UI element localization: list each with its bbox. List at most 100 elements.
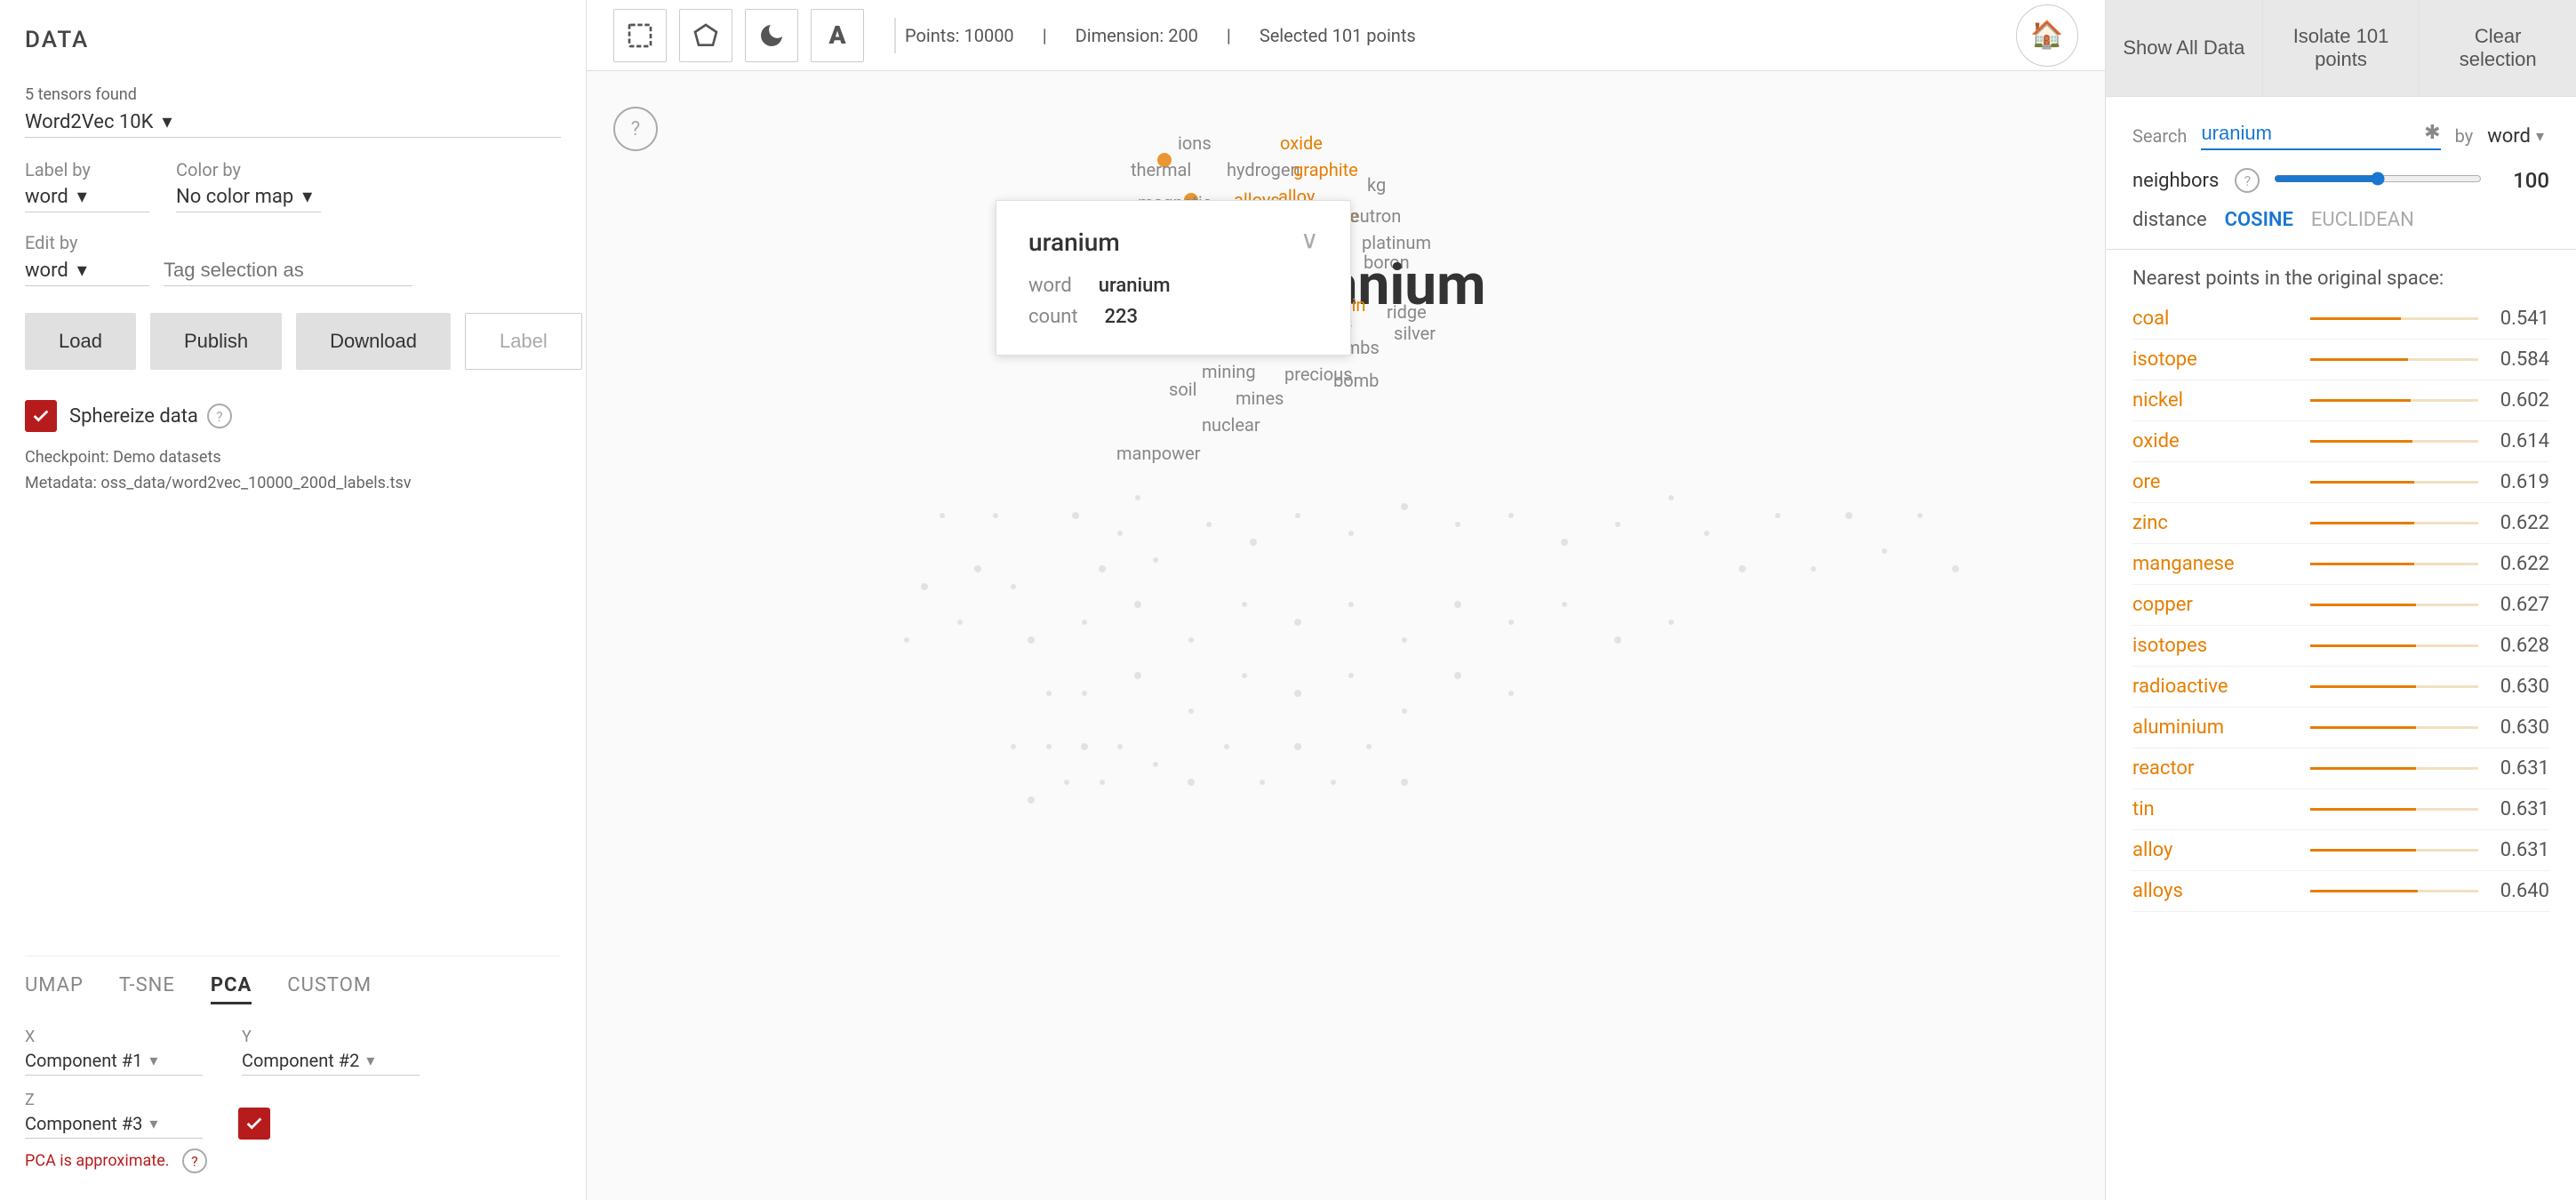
z-checkbox[interactable] [238, 1108, 270, 1140]
nearest-item: isotopes0.628 [2132, 626, 2549, 667]
nearest-item-name[interactable]: nickel [2132, 389, 2310, 412]
home-button[interactable]: 🏠 [2016, 4, 2078, 67]
nearest-bar-wrapper [2310, 522, 2478, 524]
select-box-icon[interactable] [613, 9, 667, 62]
color-by-dropdown[interactable]: No color map ▾ [176, 186, 321, 212]
nearest-item-name[interactable]: ore [2132, 471, 2310, 493]
nearest-item: alloy 0.631 [2132, 830, 2549, 871]
euclidean-option[interactable]: EUCLIDEAN [2311, 209, 2414, 231]
isolate-points-button[interactable]: Isolate 101 points [2263, 0, 2420, 96]
dataset-dropdown[interactable]: Word2Vec 10K ▾ [25, 111, 561, 138]
nearest-item-score: 0.631 [2478, 757, 2549, 780]
tooltip-close-icon[interactable]: ∧ [1300, 228, 1319, 257]
nearest-item-score: 0.630 [2478, 716, 2549, 739]
toolbar: A Points: 10000 | Dimension: 200 | Selec… [587, 0, 2105, 71]
tooltip-word-val: uranium [1099, 275, 1171, 297]
tab-pca[interactable]: PCA [211, 974, 252, 1004]
nearest-item-name[interactable]: coal [2132, 308, 2310, 330]
search-star-icon: ✱ [2424, 122, 2440, 144]
download-button[interactable]: Download [296, 313, 451, 370]
cosine-option[interactable]: COSINE [2225, 209, 2293, 231]
by-dropdown[interactable]: word ▾ [2487, 125, 2549, 148]
nearest-bar-fill [2310, 317, 2401, 320]
nearest-bar-wrapper [2310, 849, 2478, 852]
night-mode-icon[interactable] [745, 9, 798, 62]
search-input[interactable] [2201, 122, 2440, 150]
load-button[interactable]: Load [25, 313, 136, 370]
nearest-bar-fill [2310, 481, 2414, 484]
nearest-item-name[interactable]: alloys [2132, 880, 2310, 902]
publish-button[interactable]: Publish [150, 313, 282, 370]
by-label: by [2455, 125, 2474, 147]
neighbors-slider[interactable] [2274, 172, 2482, 186]
nearest-item-name[interactable]: radioactive [2132, 676, 2310, 698]
svg-text:ions: ions [1178, 132, 1212, 154]
nearest-item: copper0.627 [2132, 585, 2549, 626]
tag-selection-input[interactable] [164, 259, 412, 286]
label-icon[interactable]: A [811, 9, 864, 62]
clear-selection-button[interactable]: Clear selection [2420, 0, 2576, 96]
edit-by-dropdown[interactable]: word ▾ [25, 260, 149, 286]
edit-by-arrow-icon: ▾ [77, 260, 87, 282]
action-buttons: Load Publish Download Label [25, 313, 561, 370]
nearest-item-name[interactable]: isotopes [2132, 635, 2310, 657]
tooltip-title: uranium [1028, 228, 1120, 257]
neighbors-label: neighbors ? [2132, 168, 2260, 193]
sphereize-help-icon[interactable]: ? [207, 404, 232, 428]
dataset-arrow-icon: ▾ [162, 111, 172, 133]
label-by-dropdown[interactable]: word ▾ [25, 186, 149, 212]
svg-text:mines: mines [1236, 388, 1284, 409]
edit-by-label: Edit by [25, 232, 561, 253]
nearest-bar-wrapper [2310, 440, 2478, 443]
nearest-item-name[interactable]: isotope [2132, 348, 2310, 371]
label-button[interactable]: Label [465, 313, 582, 370]
pca-help-icon[interactable]: ? [182, 1148, 207, 1173]
x-component-dropdown[interactable]: Component #1 ▾ [25, 1050, 203, 1076]
nearest-item-name[interactable]: copper [2132, 594, 2310, 616]
z-component-dropdown[interactable]: Component #3 ▾ [25, 1113, 203, 1139]
nearest-item-name[interactable]: reactor [2132, 757, 2310, 780]
z-label: Z [25, 1091, 203, 1109]
nearest-item-name[interactable]: tin [2132, 798, 2310, 820]
nearest-bar-wrapper [2310, 808, 2478, 811]
nearest-bar-fill [2310, 563, 2414, 565]
y-arrow-icon: ▾ [366, 1052, 374, 1070]
nearest-item-name[interactable]: oxide [2132, 430, 2310, 452]
nearest-bar-wrapper [2310, 317, 2478, 320]
sphereize-checkbox[interactable] [25, 400, 57, 432]
tab-umap[interactable]: UMAP [25, 974, 84, 1004]
select-polygon-icon[interactable] [679, 9, 732, 62]
nearest-item-name[interactable]: alloy [2132, 839, 2310, 861]
neighbors-value: 100 [2496, 168, 2549, 193]
nearest-item: aluminium 0.630 [2132, 708, 2549, 748]
nearest-bar-bg [2310, 317, 2478, 320]
nearest-header: Nearest points in the original space: [2106, 250, 2576, 299]
distance-label: distance [2132, 209, 2207, 231]
nearest-bar-bg [2310, 522, 2478, 524]
nearest-item-name[interactable]: aluminium [2132, 716, 2310, 739]
nearest-item: ore0.619 [2132, 462, 2549, 503]
scatter-canvas[interactable]: ions oxide thermal hydrogen graphite mag… [587, 71, 2105, 1200]
nearest-item-name[interactable]: manganese [2132, 553, 2310, 575]
show-all-data-button[interactable]: Show All Data [2106, 0, 2263, 96]
nearest-bar-fill [2310, 604, 2416, 606]
tab-custom[interactable]: CUSTOM [287, 974, 372, 1004]
y-component-dropdown[interactable]: Component #2 ▾ [242, 1050, 420, 1076]
neighbors-help-icon[interactable]: ? [2235, 168, 2260, 193]
nearest-bar-bg [2310, 685, 2478, 688]
color-by-label: Color by [176, 159, 321, 180]
nearest-item-name[interactable]: zinc [2132, 512, 2310, 534]
nearest-bar-fill [2310, 440, 2412, 443]
nearest-item: radioactive0.630 [2132, 667, 2549, 708]
component-section: X Component #1 ▾ Y Component #2 ▾ Z [25, 1028, 561, 1140]
nearest-item-score: 0.631 [2478, 839, 2549, 861]
nearest-bar-wrapper [2310, 563, 2478, 565]
sidebar: DATA 5 tensors found Word2Vec 10K ▾ Labe… [0, 0, 587, 1200]
tooltip-count-key: count [1028, 306, 1078, 328]
search-section: Search ✱ by word ▾ neighbors ? [2106, 97, 2576, 250]
tab-tsne[interactable]: T-SNE [119, 974, 175, 1004]
nearest-item: nickel0.602 [2132, 380, 2549, 421]
tensors-found: 5 tensors found [25, 85, 561, 104]
metadata-row: Metadata: oss_data/word2vec_10000_200d_l… [25, 474, 561, 492]
checkpoint-row: Checkpoint: Demo datasets [25, 448, 561, 467]
